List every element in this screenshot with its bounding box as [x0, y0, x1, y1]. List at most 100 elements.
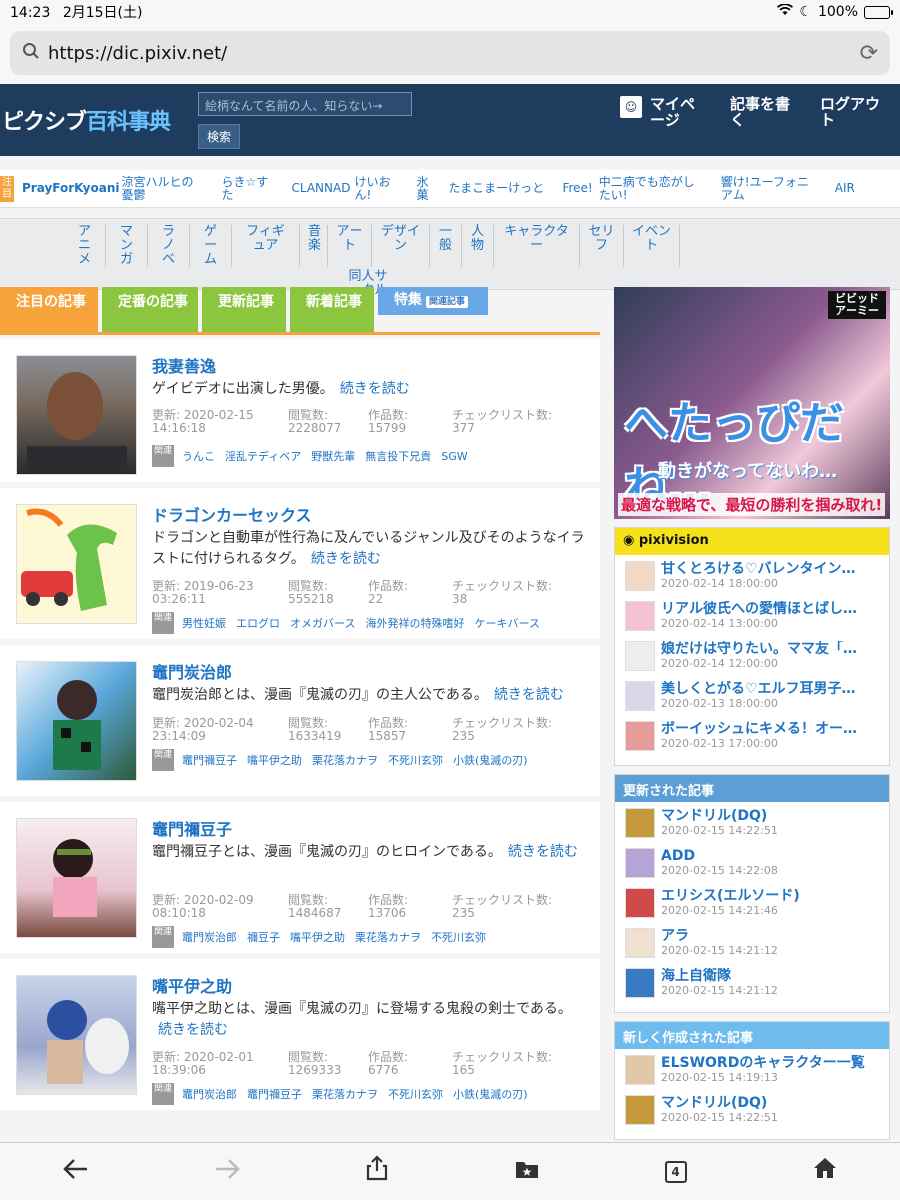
tab-featured[interactable]: 注目の記事	[0, 287, 98, 332]
trending-item[interactable]: CLANNAD	[292, 182, 351, 195]
pixivision-header[interactable]: ◉ pixivision	[615, 528, 889, 555]
article-title[interactable]: ドラゴンカーセックス	[152, 502, 312, 526]
related-tag[interactable]: 竈門禰豆子	[247, 1086, 302, 1102]
forward-arrow-icon[interactable]	[214, 1157, 240, 1187]
list-item[interactable]: ADD 2020-02-15 14:22:08	[625, 848, 881, 888]
list-item[interactable]: ELSWORDのキャラクター一覧 2020-02-15 14:19:13	[625, 1055, 881, 1095]
related-tag[interactable]: 海外発祥の特殊嗜好	[365, 615, 464, 631]
list-item[interactable]: アラ 2020-02-15 14:21:12	[625, 928, 881, 968]
reload-icon[interactable]: ⟳	[860, 41, 878, 66]
related-tag[interactable]: SGW	[441, 450, 467, 463]
address-bar[interactable]: https://dic.pixiv.net/ ⟳	[10, 31, 890, 75]
read-more-link[interactable]: 続きを読む	[508, 844, 578, 860]
article-thumbnail[interactable]	[16, 661, 137, 781]
list-item[interactable]: エリシス(エルソード) 2020-02-15 14:21:46	[625, 888, 881, 928]
related-tag[interactable]: 禰豆子	[247, 929, 280, 945]
tab-new[interactable]: 新着記事	[290, 287, 374, 332]
article-title[interactable]: 竈門禰豆子	[152, 816, 232, 840]
list-item[interactable]: リアル彼氏への愛情ほとばし… 2020-02-14 13:00:00	[625, 601, 881, 641]
related-tag[interactable]: 男性妊娠	[182, 615, 226, 631]
related-tag[interactable]: 淫乱テディベア	[225, 448, 301, 464]
back-arrow-icon[interactable]	[62, 1157, 89, 1187]
read-more-link[interactable]: 続きを読む	[158, 1022, 228, 1038]
url-text[interactable]: https://dic.pixiv.net/	[48, 43, 860, 64]
site-search-input[interactable]: 絵柄なんて名前の人、知らない→	[198, 92, 412, 116]
trending-item[interactable]: PrayForKyoani	[22, 182, 120, 195]
related-tag[interactable]: 栗花落カナヲ	[312, 1086, 378, 1102]
share-icon[interactable]	[365, 1155, 389, 1188]
trending-item[interactable]: 中二病でも恋がしたい!	[599, 175, 703, 202]
list-item[interactable]: 甘くとろける♡バレンタイン… 2020-02-14 18:00:00	[625, 561, 881, 601]
site-search-button[interactable]: 検索	[198, 124, 241, 149]
advertisement-banner[interactable]: ビビッドアーミー へたっぴだね… 動きがなってないわ… 最適な戦略で、最短の勝利…	[614, 287, 890, 519]
trending-item[interactable]: 響け!ユーフォニアム	[721, 175, 817, 202]
article-title[interactable]: 竈門炭治郎	[152, 659, 232, 683]
category-manga[interactable]: マンガ	[106, 225, 148, 267]
list-item[interactable]: 美しくとがる♡エルフ耳男子… 2020-02-13 18:00:00	[625, 681, 881, 721]
article-title[interactable]: 嘴平伊之助	[152, 973, 232, 997]
category-event[interactable]: イベント	[624, 225, 680, 267]
mypage-link[interactable]: ☺ マイページ	[610, 84, 720, 156]
article-title[interactable]: 我妻善逸	[152, 353, 216, 377]
trending-item[interactable]: 涼宮ハルヒの憂鬱	[122, 175, 204, 202]
category-people[interactable]: 人物	[462, 225, 494, 267]
home-icon[interactable]	[812, 1156, 838, 1187]
related-tag[interactable]: 嘴平伊之助	[247, 752, 302, 768]
category-music[interactable]: 音楽	[300, 225, 328, 267]
related-tag[interactable]: 小鉄(鬼滅の刃)	[453, 752, 528, 768]
tab-updated[interactable]: 更新記事	[202, 287, 286, 332]
logout-link[interactable]: ログアウト	[810, 84, 900, 156]
tab-standard[interactable]: 定番の記事	[102, 287, 198, 332]
related-tag[interactable]: 小鉄(鬼滅の刃)	[453, 1086, 528, 1102]
category-figure[interactable]: フィギュア	[232, 225, 300, 267]
tab-special[interactable]: 特集 関連記事	[378, 287, 488, 315]
related-tag[interactable]: オメガバース	[290, 615, 355, 631]
category-art[interactable]: アート	[328, 225, 372, 267]
trending-item[interactable]: たまこまーけっと	[448, 182, 544, 195]
read-more-link[interactable]: 続きを読む	[494, 687, 564, 703]
list-item[interactable]: 海上自衛隊 2020-02-15 14:21:12	[625, 968, 881, 1008]
category-lightnovel[interactable]: ラノベ	[148, 225, 190, 267]
related-tag[interactable]: 不死川玄弥	[388, 752, 443, 768]
article-thumbnail[interactable]	[16, 504, 137, 624]
related-tag[interactable]: 栗花落カナヲ	[312, 752, 378, 768]
related-tag[interactable]: ケーキバース	[474, 615, 539, 631]
article-thumbnail[interactable]	[16, 355, 137, 475]
related-tag[interactable]: 栗花落カナヲ	[355, 929, 421, 945]
related-tag[interactable]: 不死川玄弥	[388, 1086, 443, 1102]
related-tag[interactable]: 無言投下兄貴	[365, 448, 431, 464]
list-item[interactable]: 娘だけは守りたい。ママ友「… 2020-02-14 12:00:00	[625, 641, 881, 681]
category-game[interactable]: ゲーム	[190, 225, 232, 267]
trending-item[interactable]: けいおん!	[354, 175, 398, 202]
list-item[interactable]: マンドリル(DQ) 2020-02-15 14:22:51	[625, 808, 881, 848]
related-tag[interactable]: 野獣先輩	[311, 448, 355, 464]
trending-item[interactable]: AIR	[835, 182, 855, 195]
list-item[interactable]: マンドリル(DQ) 2020-02-15 14:22:51	[625, 1095, 881, 1135]
related-tag[interactable]: 不死川玄弥	[431, 929, 486, 945]
related-label: 関連	[152, 612, 174, 634]
related-tag[interactable]: うんこ	[182, 448, 215, 464]
list-item[interactable]: ボーイッシュにキメる！オー… 2020-02-13 17:00:00	[625, 721, 881, 761]
write-article-link[interactable]: 記事を書く	[720, 84, 810, 156]
site-logo[interactable]: ピクシブ百科事典	[0, 104, 196, 136]
related-tag[interactable]: エログロ	[236, 615, 280, 631]
article-thumbnail[interactable]	[16, 818, 137, 938]
related-tag[interactable]: 竈門炭治郎	[182, 929, 237, 945]
related-tag[interactable]: 竈門禰豆子	[182, 752, 237, 768]
related-tag[interactable]: 嘴平伊之助	[290, 929, 345, 945]
category-anime[interactable]: アニメ	[64, 225, 106, 267]
related-tag[interactable]: 竈門炭治郎	[182, 1086, 237, 1102]
tabs-icon[interactable]: 4	[664, 1160, 687, 1183]
category-general[interactable]: 一般	[430, 225, 462, 267]
category-design[interactable]: デザイン	[372, 225, 430, 267]
read-more-link[interactable]: 続きを読む	[340, 381, 410, 397]
trending-item[interactable]: Free!	[562, 182, 592, 195]
trending-item[interactable]: らき☆すた	[222, 175, 274, 202]
read-more-link[interactable]: 続きを読む	[311, 551, 381, 567]
category-character[interactable]: キャラクター	[494, 225, 580, 267]
bookmarks-icon[interactable]	[514, 1157, 540, 1187]
category-quote[interactable]: セリフ	[580, 225, 624, 267]
article-thumbnail[interactable]	[16, 975, 137, 1095]
trending-item[interactable]: 氷菓	[416, 175, 430, 202]
search-icon	[22, 42, 40, 65]
